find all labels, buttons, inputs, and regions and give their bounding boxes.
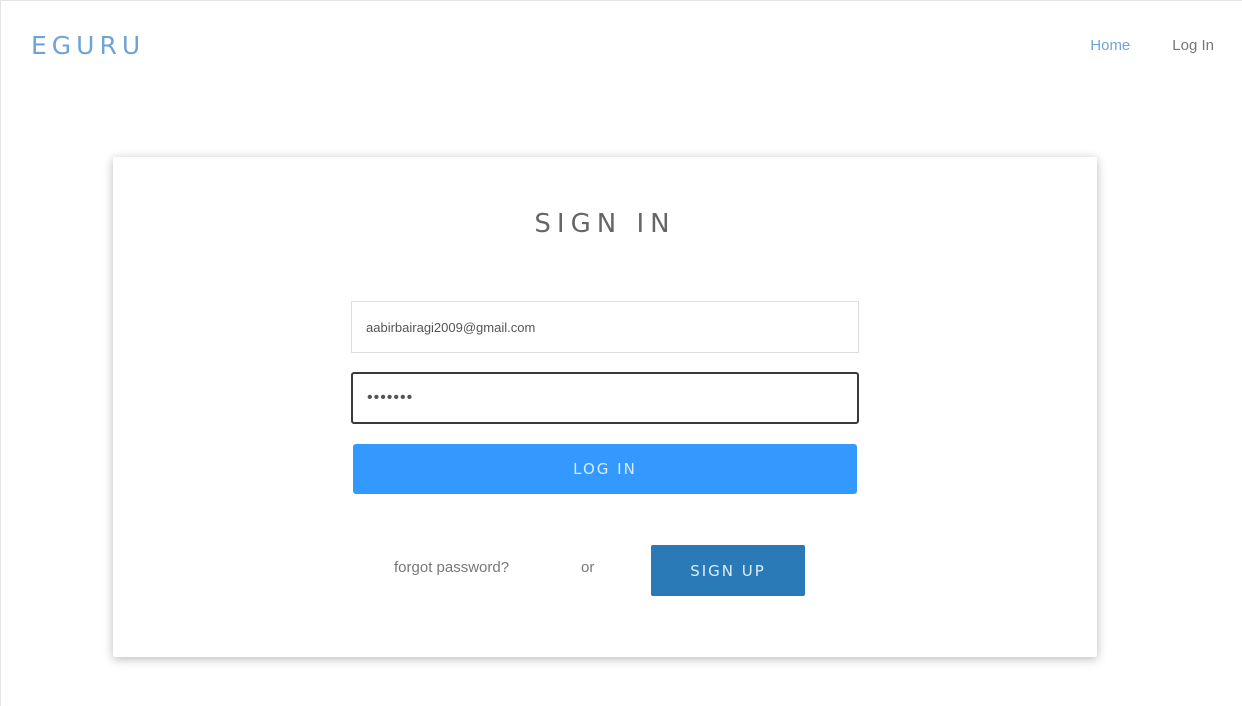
page: EGURU Home Log In SIGN IN LOG IN forgot …	[0, 0, 1242, 706]
brand-logo[interactable]: EGURU	[31, 31, 145, 60]
nav-home-link[interactable]: Home	[1090, 37, 1130, 54]
email-field[interactable]	[351, 301, 859, 353]
signin-footer: forgot password? or SIGN UP	[113, 545, 1097, 596]
password-field[interactable]	[351, 372, 859, 424]
login-button[interactable]: LOG IN	[353, 444, 857, 494]
or-separator: or	[581, 559, 595, 576]
signin-title: SIGN IN	[534, 209, 676, 239]
forgot-password-link[interactable]: forgot password?	[394, 559, 509, 576]
signup-button[interactable]: SIGN UP	[651, 545, 805, 596]
signin-card: SIGN IN LOG IN forgot password? or SIGN …	[113, 157, 1097, 657]
nav-login-link[interactable]: Log In	[1172, 37, 1214, 54]
top-nav: Home Log In	[1090, 37, 1214, 54]
